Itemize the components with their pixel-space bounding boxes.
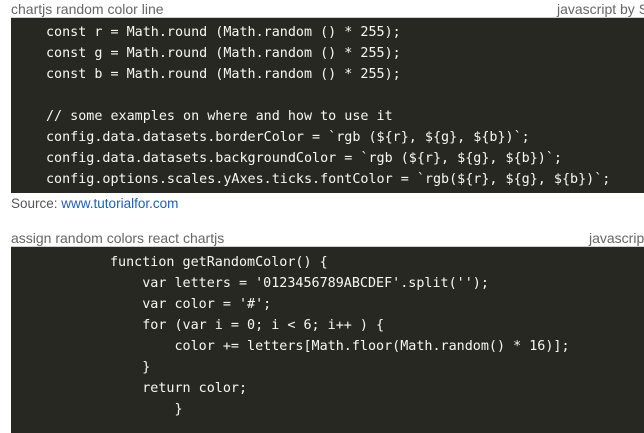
- snippet1-header: chartjs random color line javascript by …: [0, 0, 644, 18]
- code-line: const g = Math.round (Math.random () * 2…: [46, 46, 401, 61]
- snippet1-title[interactable]: chartjs random color line: [11, 0, 164, 18]
- snippet1-language[interactable]: javascript by S: [557, 0, 644, 18]
- source-attribution: Source: www.tutorialfor.com: [11, 196, 178, 211]
- code-line: var color = '#';: [110, 297, 272, 312]
- code-line: for (var i = 0; i < 6; i++ ) {: [110, 318, 385, 333]
- code-line: config.data.datasets.borderColor = `rgb …: [46, 130, 530, 145]
- snippet2-language[interactable]: javascript: [589, 229, 644, 247]
- code-line: function getRandomColor() {: [110, 255, 328, 270]
- code-line: }: [110, 402, 183, 417]
- snippet2-header: assign random colors react chartjs javas…: [0, 229, 644, 247]
- code-line: return color;: [110, 381, 248, 396]
- code-line: // some examples on where and how to use…: [46, 109, 393, 124]
- code-line: const b = Math.round (Math.random () * 2…: [46, 67, 401, 82]
- code-line: var letters = '0123456789ABCDEF'.split('…: [110, 276, 489, 291]
- source-label: Source:: [11, 196, 58, 211]
- code-line: config.options.scales.yAxes.ticks.fontCo…: [46, 172, 611, 187]
- code-line: config.data.datasets.backgroundColor = `…: [46, 151, 562, 166]
- snippet1-code-block[interactable]: const r = Math.round (Math.random () * 2…: [11, 18, 644, 193]
- code-line: }: [110, 360, 151, 375]
- code-line: const r = Math.round (Math.random () * 2…: [46, 25, 401, 40]
- source-link[interactable]: www.tutorialfor.com: [61, 196, 178, 211]
- code-line: color += letters[Math.floor(Math.random(…: [110, 339, 570, 354]
- snippet2-title[interactable]: assign random colors react chartjs: [11, 229, 224, 247]
- snippet2-code-block[interactable]: function getRandomColor() { var letters …: [11, 247, 644, 433]
